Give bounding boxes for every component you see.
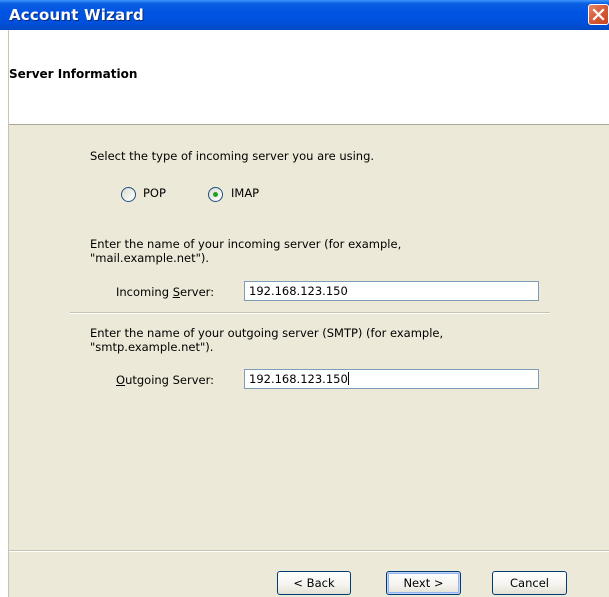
outgoing-server-input[interactable]: 192.168.123.150 — [244, 369, 539, 389]
wizard-content: Select the type of incoming server you a… — [9, 125, 609, 597]
window-title: Account Wizard — [9, 6, 144, 24]
account-wizard-window: Account Wizard Server Information Select… — [0, 0, 609, 597]
outgoing-server-label: Outgoing Server: — [116, 373, 215, 387]
incoming-instructions-1: Enter the name of your incoming server (… — [90, 237, 402, 251]
close-icon — [592, 8, 605, 21]
close-button[interactable] — [588, 4, 609, 25]
outgoing-instructions-2: "smtp.example.net"). — [90, 340, 214, 354]
server-type-prompt: Select the type of incoming server you a… — [90, 149, 375, 163]
header-panel: Server Information — [0, 30, 609, 125]
imap-radio[interactable] — [208, 187, 223, 202]
radio-selected-dot — [213, 192, 218, 197]
next-button[interactable]: Next > — [386, 571, 461, 595]
title-bar[interactable]: Account Wizard — [0, 0, 609, 30]
left-border — [0, 30, 9, 597]
imap-label[interactable]: IMAP — [231, 186, 259, 200]
section-divider — [70, 312, 550, 314]
back-button[interactable]: < Back — [277, 571, 351, 595]
pop-radio[interactable] — [121, 187, 136, 202]
text-cursor — [347, 372, 349, 385]
incoming-server-value: 192.168.123.150 — [249, 284, 348, 298]
button-divider — [9, 550, 609, 552]
incoming-server-label: Incoming Server: — [116, 285, 215, 299]
incoming-server-input[interactable]: 192.168.123.150 — [244, 281, 539, 301]
pop-label[interactable]: POP — [143, 186, 166, 200]
incoming-instructions-2: "mail.example.net"). — [90, 251, 210, 265]
cancel-button[interactable]: Cancel — [492, 571, 567, 595]
page-title: Server Information — [9, 67, 138, 81]
outgoing-server-value: 192.168.123.150 — [249, 372, 348, 386]
outgoing-instructions-1: Enter the name of your outgoing server (… — [90, 326, 444, 340]
